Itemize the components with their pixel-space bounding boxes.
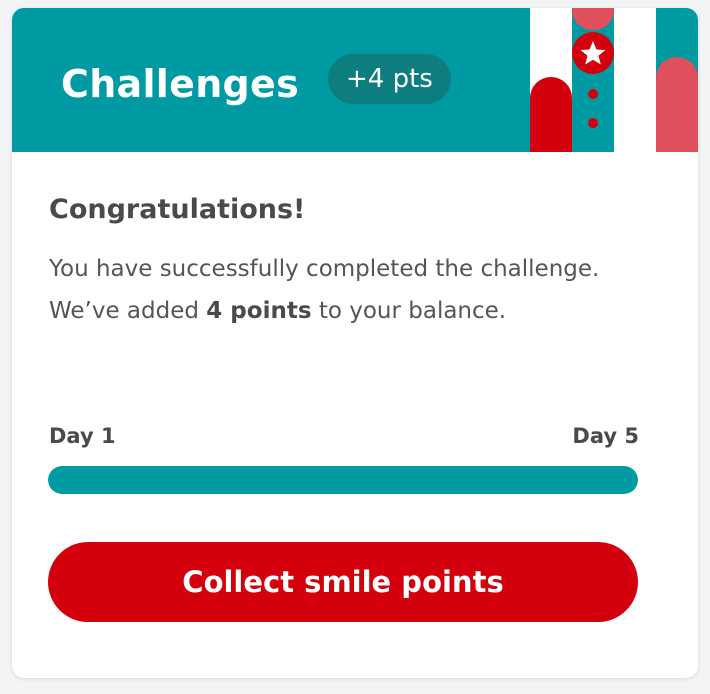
decor-coral-pill-right [656,57,698,152]
progress-fill [48,466,638,494]
star-icon [572,32,614,74]
progress-start-label: Day 1 [49,424,116,448]
card-header: Challenges +4 pts [12,8,698,152]
message-points-bold: 4 points [206,298,312,324]
card-body: Congratulations! You have successfully c… [49,190,639,332]
progress-bar [48,466,638,494]
completion-message: You have successfully completed the chal… [49,248,639,332]
decor-dot [588,118,598,128]
decor-red-pill [530,77,572,152]
collect-smile-points-button[interactable]: Collect smile points [48,542,638,622]
header-decoration [530,8,698,152]
decor-dot [588,89,598,99]
decor-coral-top-pill [572,8,614,30]
progress-labels: Day 1 Day 5 [49,424,639,454]
progress-end-label: Day 5 [572,424,639,448]
message-text-after: to your balance. [311,298,507,324]
decor-white-stripe-right [614,8,656,152]
congratulations-heading: Congratulations! [49,194,306,225]
